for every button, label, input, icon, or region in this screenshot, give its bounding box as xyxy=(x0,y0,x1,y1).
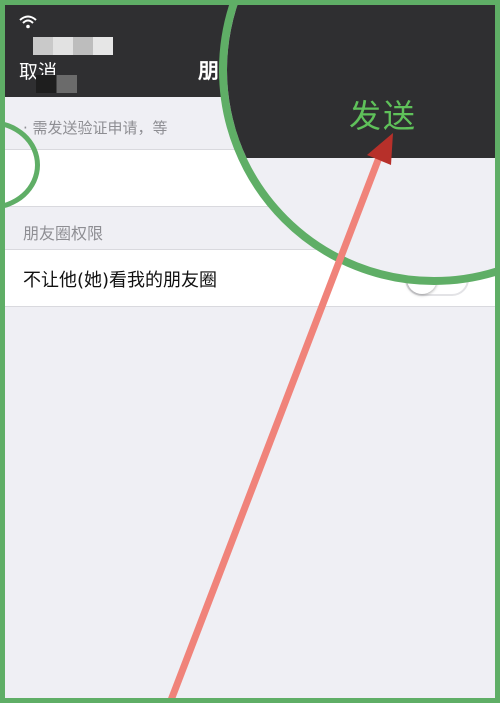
section-label: 朋友圈权限 xyxy=(23,224,104,243)
mosaic-mask xyxy=(33,37,113,55)
wifi-icon xyxy=(19,15,37,29)
permission-label: 不让他(她)看我的朋友圈 xyxy=(23,270,218,291)
screenshot-frame: 15 取消 朋 · 需发送验证申请，等 朋友圈权限 不让他(她)看我的朋友圈 发… xyxy=(0,0,500,703)
page-title: 朋 xyxy=(198,59,219,83)
send-button[interactable]: 发送 xyxy=(349,91,417,137)
mosaic-mask xyxy=(36,75,77,93)
verify-hint: · 需发送验证申请，等 xyxy=(23,119,168,137)
